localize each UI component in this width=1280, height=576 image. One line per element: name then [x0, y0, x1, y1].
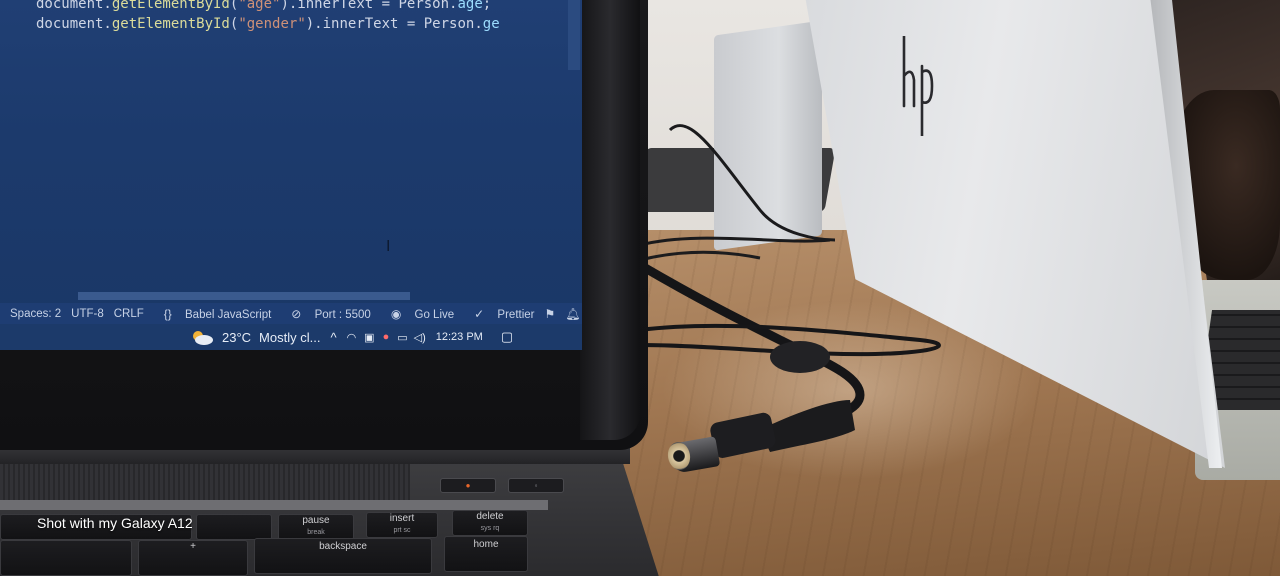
key-scroll[interactable]	[196, 514, 272, 540]
status-port: Port : 5500	[314, 308, 371, 321]
mute-indicator-button[interactable]: ●	[440, 478, 496, 493]
status-port-item[interactable]: ⊘ Port : 5500	[281, 307, 371, 321]
status-golive-item[interactable]: ◉ Go Live	[381, 307, 454, 321]
no-entry-icon: ⊘	[291, 306, 302, 321]
chevron-up-icon[interactable]: ^	[330, 330, 336, 345]
plug-body	[710, 412, 776, 458]
feedback-icon[interactable]: ⚑	[545, 307, 556, 321]
weather-description[interactable]: Mostly cl...	[259, 330, 320, 345]
clock-time[interactable]: 12:23 PM	[436, 331, 483, 343]
status-language: Babel JavaScript	[185, 308, 272, 321]
wifi-icon[interactable]: ◠	[347, 331, 357, 344]
cable-4	[668, 124, 836, 242]
key-sublabel: sys rq	[480, 525, 500, 532]
meet-now-icon[interactable]: ▣	[364, 331, 374, 344]
cable-3	[639, 236, 831, 247]
code-token-property: ge	[482, 16, 500, 32]
code-token-property: age	[457, 0, 483, 12]
key-label: insert	[389, 513, 415, 524]
cable-5	[639, 250, 761, 262]
status-eol[interactable]: CRLF	[114, 308, 144, 320]
code-token: ;	[482, 0, 492, 12]
app-tray-icon[interactable]: ●	[383, 331, 390, 343]
key-home[interactable]: home	[444, 536, 528, 572]
text-cursor-icon: I	[386, 238, 391, 255]
editor-statusbar: Spaces: 2 UTF-8 CRLF {} Babel JavaScript…	[0, 303, 582, 324]
code-token: document.	[36, 0, 112, 12]
key-plus[interactable]: +	[138, 540, 248, 576]
bell-icon[interactable]: 🔔︎	[565, 307, 580, 321]
code-line[interactable]: document.getElementById("age").innerText…	[36, 0, 491, 12]
hp-logo-icon	[902, 36, 934, 136]
key-sublabel: prt sc	[393, 527, 411, 534]
code-token-string: "gender"	[238, 16, 306, 32]
key-row-2[interactable]	[0, 540, 132, 576]
weather-temperature[interactable]: 23°C	[222, 330, 251, 345]
key-delete[interactable]: delete sys rq	[452, 510, 528, 536]
code-token: document.	[36, 16, 112, 32]
key-insert[interactable]: insert prt sc	[366, 512, 438, 538]
speaker-icon[interactable]: ◁)	[414, 331, 426, 344]
broadcast-icon: ◉	[390, 306, 402, 321]
camera-watermark: Shot with my Galaxy A12	[37, 515, 193, 531]
windows-taskbar: 23°C Mostly cl... ^ ◠ ▣ ● ▭ ◁) 12:23 PM …	[0, 324, 582, 350]
code-token: ).innerText = Person.	[305, 16, 483, 32]
braces-icon: {}	[163, 306, 172, 321]
key-label: pause	[302, 515, 330, 526]
double-check-icon: ✓	[474, 306, 485, 321]
battery-icon[interactable]: ▭	[397, 331, 407, 344]
keyboard-edge	[0, 500, 548, 510]
vertical-scrollbar-thumb[interactable]	[568, 0, 580, 70]
code-token-function: getElementById	[111, 0, 230, 12]
key-label: home	[473, 539, 499, 550]
speaker-grille	[0, 462, 410, 502]
status-golive: Go Live	[414, 308, 455, 321]
code-token: ).innerText = Person.	[280, 0, 458, 12]
code-token-function: getElementById	[111, 16, 230, 32]
photo-scene: ● ◦ pause break insert prt sc delete sys…	[0, 0, 1280, 576]
ferrite-bead	[770, 341, 830, 373]
notification-icon[interactable]: ▢	[501, 329, 513, 345]
code-line[interactable]: document.getElementById("gender").innerT…	[36, 16, 500, 32]
code-token-string: "age"	[238, 0, 281, 12]
partly-cloudy-icon[interactable]	[190, 329, 214, 345]
key-backspace[interactable]: backspace	[254, 538, 432, 574]
horizontal-scrollbar-thumb[interactable]	[78, 292, 410, 300]
status-spaces[interactable]: Spaces: 2	[10, 308, 61, 320]
wireless-button[interactable]: ◦	[508, 478, 564, 493]
bezel-edge	[580, 0, 640, 440]
status-language-item[interactable]: {} Babel JavaScript	[154, 307, 272, 321]
status-encoding[interactable]: UTF-8	[71, 308, 104, 320]
status-prettier: Prettier	[497, 308, 535, 321]
key-label: backspace	[319, 541, 367, 552]
status-prettier-item[interactable]: ✓ Prettier	[464, 307, 534, 321]
key-label: delete	[476, 511, 504, 522]
laptop-screen: document.getElementById("age").innerText…	[0, 0, 582, 350]
key-pause[interactable]: pause break	[278, 514, 354, 540]
